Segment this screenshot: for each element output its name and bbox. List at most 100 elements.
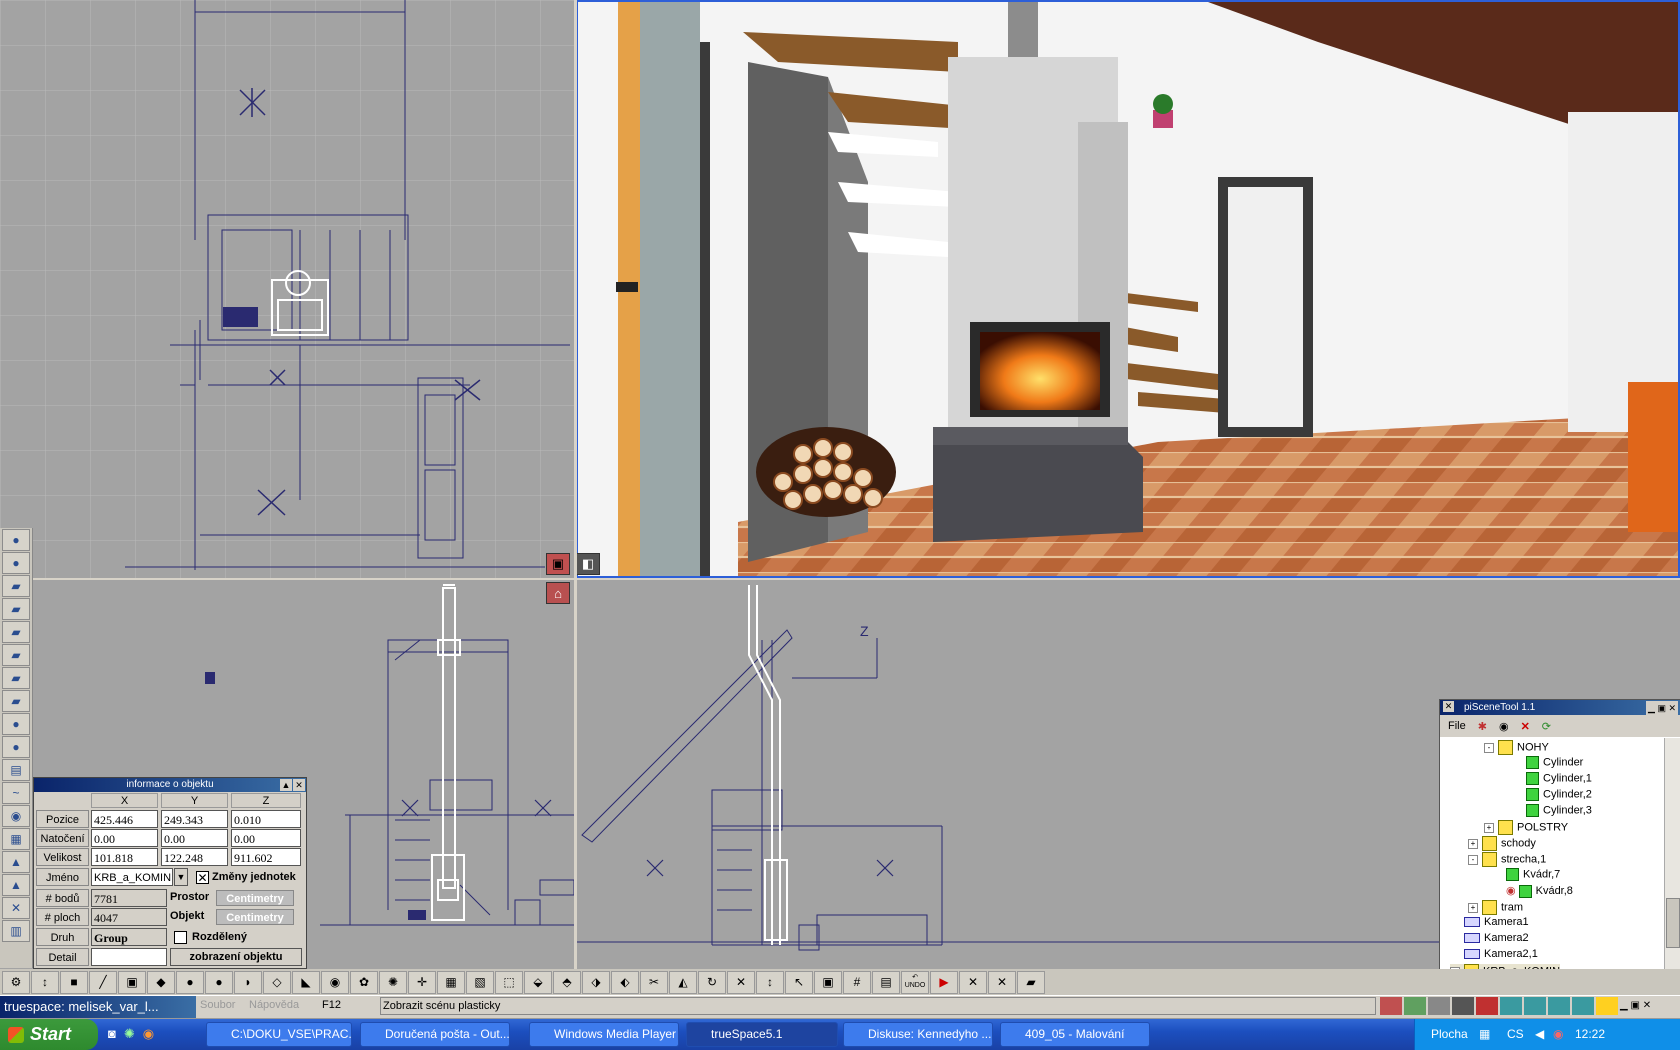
object-tool-icon[interactable]: ● bbox=[2, 736, 30, 758]
start-button[interactable]: Start bbox=[0, 1019, 98, 1050]
mesh-icon[interactable]: ▦ bbox=[437, 970, 465, 994]
tree-node[interactable]: Cylinder,2 bbox=[1526, 788, 1592, 801]
landscape-icon[interactable]: ▲ bbox=[2, 851, 30, 873]
tree-node[interactable]: Kamera1 bbox=[1464, 916, 1529, 928]
viewport-vertical-splitter[interactable] bbox=[574, 0, 577, 970]
tree-node[interactable]: + schody bbox=[1468, 836, 1536, 851]
split-checkbox[interactable] bbox=[174, 931, 187, 944]
detail-field[interactable] bbox=[91, 948, 167, 966]
tool-icon[interactable]: ⚙ bbox=[2, 970, 30, 994]
show-object-button[interactable]: zobrazení objektu bbox=[170, 948, 302, 966]
car-icon[interactable]: ▰ bbox=[2, 667, 30, 689]
car-icon[interactable]: ▰ bbox=[2, 690, 30, 712]
render-icon[interactable] bbox=[1380, 997, 1402, 1015]
grid-icon[interactable] bbox=[1500, 997, 1522, 1015]
desktop-label[interactable]: Plocha bbox=[1431, 1019, 1468, 1050]
rotation-z-field[interactable]: 0.00 bbox=[231, 829, 301, 847]
gradient-icon[interactable]: ▦ bbox=[2, 828, 30, 850]
cube-icon[interactable]: ■ bbox=[60, 970, 88, 994]
folder-icon[interactable]: ▤ bbox=[2, 759, 30, 781]
car-icon[interactable]: ▰ bbox=[2, 575, 30, 597]
car-icon[interactable]: ▰ bbox=[2, 644, 30, 666]
menu-file[interactable]: Soubor bbox=[200, 999, 235, 1011]
name-select[interactable]: KRB_a_KOMIN bbox=[91, 868, 173, 886]
language-indicator[interactable]: CS bbox=[1507, 1019, 1524, 1050]
grid-icon[interactable] bbox=[1572, 997, 1594, 1015]
camera-icon[interactable] bbox=[1452, 997, 1474, 1015]
tools-icon[interactable]: ✕ bbox=[2, 897, 30, 919]
tree-node[interactable]: - strecha,1 bbox=[1468, 852, 1546, 867]
tree-node[interactable]: Kamera2,1 bbox=[1464, 948, 1538, 960]
size-z-field[interactable]: 911.602 bbox=[231, 848, 301, 866]
position-y-field[interactable]: 249.343 bbox=[161, 810, 228, 828]
render-mode-icon[interactable]: ▣ bbox=[546, 553, 570, 575]
pointer-icon[interactable]: ↖ bbox=[785, 970, 813, 994]
sphere-icon[interactable]: ● bbox=[176, 970, 204, 994]
tree-node[interactable]: - NOHY bbox=[1484, 740, 1549, 755]
object-units-button[interactable]: Centimetry bbox=[216, 909, 294, 925]
shape-icon[interactable]: ◣ bbox=[292, 970, 320, 994]
tree-node[interactable]: Kvádr,7 bbox=[1506, 868, 1560, 881]
tree-node[interactable]: Cylinder,1 bbox=[1526, 772, 1592, 785]
viewport-horizontal-splitter[interactable] bbox=[0, 578, 1680, 580]
menu-file[interactable]: File bbox=[1448, 720, 1466, 732]
tool-icon[interactable]: ⬗ bbox=[582, 970, 610, 994]
shape-icon[interactable]: ◆ bbox=[147, 970, 175, 994]
grid-icon[interactable] bbox=[1524, 997, 1546, 1015]
pencil-icon[interactable]: ╱ bbox=[89, 970, 117, 994]
tool-icon[interactable]: ✕ bbox=[959, 970, 987, 994]
texture-icon[interactable]: ✺ bbox=[379, 970, 407, 994]
unit-change-checkbox[interactable]: ✕ bbox=[196, 871, 209, 884]
refresh-icon[interactable]: ⟳ bbox=[1542, 720, 1551, 733]
tree-node[interactable]: Cylinder,3 bbox=[1526, 804, 1592, 817]
scrollbar-thumb[interactable] bbox=[1666, 898, 1680, 948]
object-tool-icon[interactable]: ● bbox=[2, 713, 30, 735]
close-icon[interactable]: ✕ bbox=[293, 779, 305, 791]
landscape-icon[interactable]: ▲ bbox=[2, 874, 30, 896]
rotation-y-field[interactable]: 0.00 bbox=[161, 829, 228, 847]
tool-icon[interactable]: ⬚ bbox=[495, 970, 523, 994]
tree-node[interactable]: + tram bbox=[1468, 900, 1523, 915]
close-icon[interactable]: ✕ bbox=[1443, 701, 1454, 712]
render-icon[interactable] bbox=[1428, 997, 1450, 1015]
tool-icon[interactable]: ↕ bbox=[756, 970, 784, 994]
size-y-field[interactable]: 122.248 bbox=[161, 848, 228, 866]
document-icon[interactable]: ▤ bbox=[872, 970, 900, 994]
rotate-icon[interactable]: ↻ bbox=[698, 970, 726, 994]
cube-icon[interactable]: ▣ bbox=[814, 970, 842, 994]
desktop-icon[interactable]: ▦ bbox=[1479, 1019, 1490, 1050]
taskbar-item[interactable]: Windows Media Player bbox=[529, 1022, 679, 1047]
tree-node[interactable]: Kamera2 bbox=[1464, 932, 1529, 944]
car-icon[interactable]: ▰ bbox=[2, 621, 30, 643]
firefox-icon[interactable]: ◉ bbox=[143, 1026, 154, 1042]
object-tool-icon[interactable]: ● bbox=[2, 552, 30, 574]
taskbar-item[interactable]: Doručená pošta - Out... bbox=[360, 1022, 510, 1047]
quicklaunch-icon[interactable]: ◙ bbox=[108, 1026, 116, 1042]
taskbar-item[interactable]: 409_05 - Malování bbox=[1000, 1022, 1150, 1047]
minimize-icon[interactable]: ▲ bbox=[280, 779, 292, 791]
scissors-icon[interactable]: ✂ bbox=[640, 970, 668, 994]
camera-icon[interactable]: ▣ bbox=[118, 970, 146, 994]
delete-icon[interactable]: ✕ bbox=[1521, 720, 1530, 733]
viewport-perspective[interactable] bbox=[576, 0, 1680, 578]
curve-icon[interactable]: ~ bbox=[2, 782, 30, 804]
tool-icon[interactable]: ⬖ bbox=[611, 970, 639, 994]
palette-icon[interactable]: ◉ bbox=[321, 970, 349, 994]
library-icon[interactable]: ▥ bbox=[2, 920, 30, 942]
scene-tree-scrollbar[interactable] bbox=[1664, 738, 1680, 988]
space-units-button[interactable]: Centimetry bbox=[216, 890, 294, 906]
chevron-down-icon[interactable]: ▼ bbox=[174, 868, 188, 886]
grid-icon[interactable]: # bbox=[843, 970, 871, 994]
tool-icon[interactable]: ◭ bbox=[669, 970, 697, 994]
window-controls-icon[interactable]: ▁ ▣ ✕ bbox=[1646, 701, 1678, 716]
tool-icon[interactable]: ↕ bbox=[31, 970, 59, 994]
object-tool-icon[interactable]: ● bbox=[2, 529, 30, 551]
viewport-top[interactable]: ▣ bbox=[0, 0, 574, 578]
axis-icon[interactable]: ✛ bbox=[408, 970, 436, 994]
tree-node[interactable]: + POLSTRY bbox=[1484, 820, 1568, 835]
taskbar-item[interactable]: C:\DOKU_VSE\PRAC... bbox=[206, 1022, 352, 1047]
tool-icon[interactable]: ⬙ bbox=[524, 970, 552, 994]
radiation-icon[interactable] bbox=[1596, 997, 1618, 1015]
undo-button[interactable]: ↶ UNDO bbox=[901, 970, 929, 994]
position-x-field[interactable]: 425.446 bbox=[91, 810, 158, 828]
